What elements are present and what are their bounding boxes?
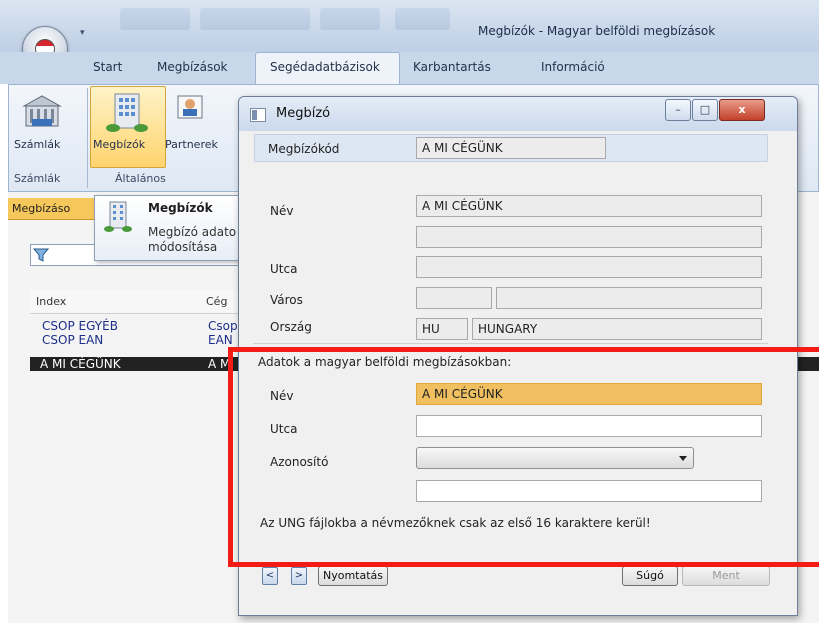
name-label: Név: [270, 204, 294, 218]
zip-field[interactable]: [416, 287, 492, 309]
tooltip-title: Megbízók: [148, 201, 213, 215]
table-row[interactable]: CSOP EGYÉB Csop: [30, 319, 242, 333]
annotation-highlight-box: [228, 347, 802, 567]
table-row[interactable]: CSOP EAN EAN: [30, 333, 242, 347]
group-label-altalanos: Általános: [115, 172, 166, 185]
code-field[interactable]: A MI CÉGÜNK: [416, 137, 606, 159]
tab-karbantartas[interactable]: Karbantartás: [413, 60, 491, 74]
bank-icon: [22, 95, 62, 127]
cell-ceg: Csop: [208, 319, 238, 333]
section-divider: [253, 343, 768, 344]
ribbon-button-szamlak[interactable]: Számlák: [14, 138, 60, 151]
ribbon-tab-row: [0, 52, 819, 84]
partner-card-icon: [177, 95, 203, 119]
country-code-field[interactable]: HU: [416, 318, 468, 340]
country-label: Ország: [270, 320, 312, 334]
close-button[interactable]: x: [719, 99, 765, 121]
name-field[interactable]: A MI CÉGÜNK: [416, 195, 762, 217]
street-label: Utca: [270, 262, 298, 276]
ribbon-button-megbizok[interactable]: Megbízók: [93, 138, 145, 151]
cell-ceg: EAN: [208, 333, 233, 347]
tab-segedadatbazisok[interactable]: Segédadatbázisok: [270, 60, 380, 74]
city-label: Város: [270, 293, 303, 307]
code-label: Megbízókód: [268, 142, 340, 156]
cell-index: CSOP EAN: [42, 333, 104, 347]
dialog-window-icon: [250, 108, 266, 122]
cell-index: CSOP EGYÉB: [42, 319, 118, 333]
street-field[interactable]: [416, 256, 762, 278]
save-button[interactable]: Ment: [682, 566, 770, 586]
tab-informacio[interactable]: Információ: [541, 60, 605, 74]
building-icon: [104, 201, 132, 232]
group-label-szamlak: Számlák: [14, 172, 61, 185]
tooltip-description: Megbízó adato: [148, 225, 237, 239]
column-header-index[interactable]: Index: [36, 295, 66, 308]
quick-access-dropdown-icon[interactable]: ▾: [80, 28, 85, 38]
minimize-button[interactable]: –: [665, 99, 691, 121]
maximize-button[interactable]: □: [692, 99, 718, 121]
filter-icon: [33, 248, 49, 262]
column-header-ceg[interactable]: Cég: [206, 295, 227, 308]
country-name-field[interactable]: HUNGARY: [472, 318, 762, 340]
annotation-line: [795, 347, 819, 352]
table-row-selected[interactable]: A MI CÉGÜNK A M: [30, 357, 242, 371]
tab-start[interactable]: Start: [93, 60, 122, 74]
annotation-line: [795, 562, 819, 567]
help-button[interactable]: Súgó: [622, 566, 678, 586]
previous-record-button[interactable]: <: [262, 567, 278, 585]
building-icon: [106, 93, 148, 132]
ribbon-button-partnerek[interactable]: Partnerek: [165, 138, 218, 151]
tooltip-description: módosítása: [148, 240, 218, 254]
tab-megbizasok-list[interactable]: Megbízáso: [12, 202, 70, 215]
dialog-title: Megbízó: [276, 106, 331, 121]
print-button[interactable]: Nyomtatás: [318, 566, 388, 586]
city-field[interactable]: [496, 287, 762, 309]
ribbon-separator: [87, 88, 88, 188]
name2-field[interactable]: [416, 226, 762, 248]
tab-megbizasok[interactable]: Megbízások: [157, 60, 228, 74]
next-record-button[interactable]: >: [291, 567, 307, 585]
cell-index: A MI CÉGÜNK: [40, 357, 121, 371]
window-title: Megbízók - Magyar belföldi megbízások: [478, 24, 716, 38]
